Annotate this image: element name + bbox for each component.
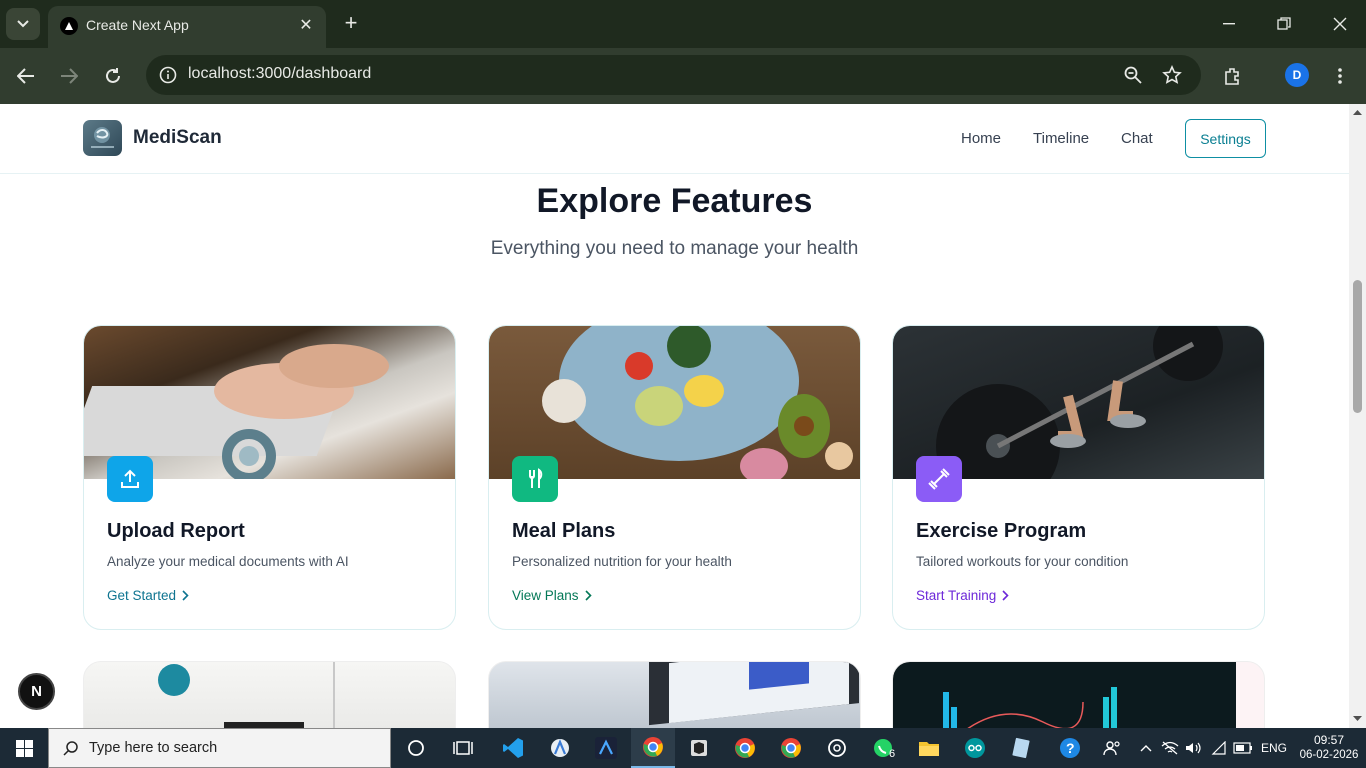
restore-icon[interactable]	[1269, 12, 1299, 36]
whatsapp-icon[interactable]: 6	[861, 728, 905, 768]
feature-card-row2-1[interactable]	[83, 661, 456, 728]
clock-time[interactable]: 09:57	[1305, 733, 1353, 747]
search-icon	[63, 741, 78, 756]
wifi-icon[interactable]	[1207, 728, 1231, 768]
battery-icon[interactable]	[1231, 728, 1255, 768]
arduino-ide-icon[interactable]	[584, 728, 628, 768]
profile-avatar[interactable]: D	[1285, 63, 1309, 87]
browser-toolbar: localhost:3000/dashboard D	[0, 48, 1366, 104]
card-link-label: View Plans	[512, 588, 579, 603]
cortana-icon[interactable]	[394, 728, 438, 768]
volume-icon[interactable]	[1182, 728, 1206, 768]
section-subtitle: Everything you need to manage your healt…	[490, 238, 859, 259]
tab-close-icon[interactable]: ✕	[296, 15, 316, 35]
nav-timeline[interactable]: Timeline	[1033, 130, 1089, 147]
chrome-active-icon[interactable]	[631, 728, 675, 768]
site-header: MediScan Home Timeline Chat Settings	[0, 104, 1349, 174]
upload-icon	[107, 456, 153, 502]
file-explorer-icon[interactable]	[907, 728, 951, 768]
back-icon[interactable]	[14, 64, 38, 88]
nav-home[interactable]: Home	[961, 130, 1001, 147]
card-link-label: Get Started	[107, 588, 177, 603]
card-link-label: Start Training	[916, 588, 997, 603]
scroll-thumb[interactable]	[1353, 280, 1362, 413]
minimize-icon[interactable]	[1214, 12, 1244, 36]
chevron-right-icon	[584, 590, 592, 601]
card-description: Tailored workouts for your condition	[916, 554, 1129, 569]
start-training-link[interactable]: Start Training	[916, 588, 1009, 603]
feature-card-row2-2[interactable]	[488, 661, 861, 728]
windows-taskbar: Type here to search 6 ? ENG 09:57 06-02-…	[0, 728, 1366, 768]
reload-icon[interactable]	[101, 64, 125, 88]
settings-button[interactable]: Settings	[1185, 119, 1266, 158]
address-bar[interactable]: localhost:3000/dashboard	[146, 55, 1201, 95]
chevron-right-icon	[1002, 590, 1009, 601]
zoom-icon[interactable]	[1123, 65, 1143, 85]
cube-app-icon[interactable]	[677, 728, 721, 768]
close-window-icon[interactable]	[1325, 12, 1355, 36]
taskbar-search-box[interactable]: Type here to search	[48, 728, 391, 768]
section-title: Explore Features	[536, 182, 813, 220]
menu-kebab-icon[interactable]	[1328, 64, 1352, 88]
clock-date[interactable]: 06-02-2026	[1297, 749, 1361, 761]
new-tab-button[interactable]: +	[338, 10, 364, 36]
chrome-profile-m-icon[interactable]	[723, 728, 767, 768]
feature-card-row2-3[interactable]	[892, 661, 1265, 728]
chatgpt-icon[interactable]	[815, 728, 859, 768]
forward-icon[interactable]	[57, 64, 81, 88]
feature-card-meal-plans[interactable]: Meal Plans Personalized nutrition for yo…	[488, 325, 861, 630]
card-description: Personalized nutrition for your health	[512, 554, 732, 569]
nextjs-dev-badge[interactable]: N	[18, 673, 55, 710]
windows-start-icon[interactable]	[0, 728, 48, 768]
people-icon[interactable]	[1090, 728, 1134, 768]
bookmark-star-icon[interactable]	[1162, 65, 1182, 85]
mediscan-logo[interactable]	[83, 120, 122, 156]
help-icon[interactable]: ?	[1048, 728, 1092, 768]
url-text: localhost:3000/dashboard	[188, 65, 372, 82]
dumbbell-icon	[916, 456, 962, 502]
tab-title: Create Next App	[86, 17, 189, 33]
feature-card-upload-report[interactable]: Upload Report Analyze your medical docum…	[83, 325, 456, 630]
page-viewport: MediScan Home Timeline Chat Settings Exp…	[0, 104, 1349, 728]
nav-chat[interactable]: Chat	[1121, 130, 1153, 147]
get-started-link[interactable]: Get Started	[107, 588, 189, 603]
arduino-icon[interactable]	[953, 728, 997, 768]
chevron-down-icon	[17, 20, 29, 28]
feature-card-exercise-program[interactable]: Exercise Program Tailored workouts for y…	[892, 325, 1265, 630]
nextjs-favicon-icon	[60, 17, 78, 35]
scroll-down-icon[interactable]	[1353, 714, 1362, 723]
brand-name[interactable]: MediScan	[133, 127, 222, 149]
taskbar-search-placeholder: Type here to search	[89, 740, 218, 756]
card-title: Upload Report	[107, 520, 245, 542]
tab-search-button[interactable]	[6, 8, 40, 40]
card-title: Exercise Program	[916, 520, 1087, 542]
extensions-icon[interactable]	[1221, 64, 1245, 88]
task-view-icon[interactable]	[441, 728, 485, 768]
site-info-icon[interactable]	[158, 65, 178, 85]
browser-tab[interactable]: Create Next App ✕	[48, 6, 326, 48]
whatsapp-badge-count: 6	[889, 748, 896, 760]
browser-tabstrip: Create Next App ✕ +	[0, 0, 1366, 48]
language-indicator[interactable]: ENG	[1261, 741, 1287, 755]
vscode-icon[interactable]	[491, 728, 535, 768]
view-plans-link[interactable]: View Plans	[512, 588, 592, 603]
network-off-icon[interactable]	[1158, 728, 1182, 768]
fork-knife-icon	[512, 456, 558, 502]
chevron-right-icon	[182, 590, 189, 601]
android-studio-icon[interactable]	[538, 728, 582, 768]
svg-text:?: ?	[1066, 740, 1075, 756]
page-scrollbar[interactable]	[1349, 104, 1366, 728]
card-title: Meal Plans	[512, 520, 616, 542]
scroll-up-icon[interactable]	[1353, 108, 1362, 117]
tray-chevron-up-icon[interactable]	[1134, 728, 1158, 768]
notes-app-icon[interactable]	[999, 728, 1043, 768]
chrome-icon[interactable]	[769, 728, 813, 768]
card-description: Analyze your medical documents with AI	[107, 554, 349, 569]
